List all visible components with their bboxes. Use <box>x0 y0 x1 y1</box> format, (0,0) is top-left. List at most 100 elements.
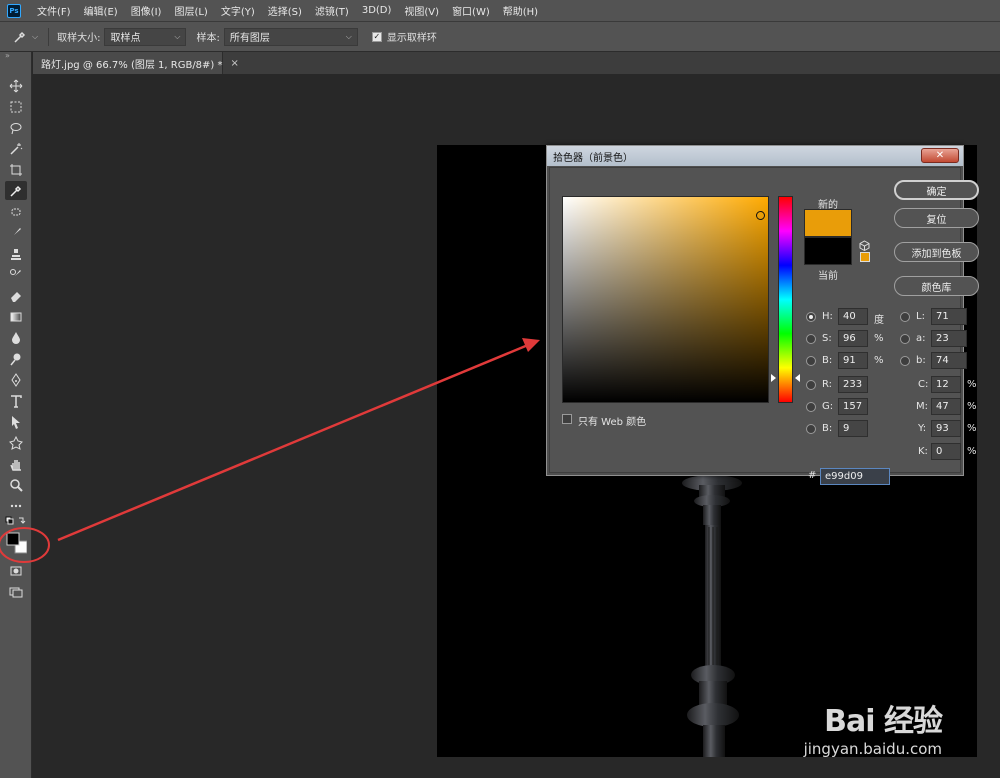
gradient-tool-icon[interactable] <box>5 307 27 326</box>
healing-brush-tool-icon[interactable] <box>5 202 27 221</box>
chevron-down-icon[interactable]: ⌵ <box>32 32 38 42</box>
show-ring-label: 显示取样环 <box>386 33 437 44</box>
red-input[interactable]: 233 <box>838 376 868 393</box>
clone-stamp-tool-icon[interactable] <box>5 244 27 263</box>
sample-size-select[interactable]: 取样点 ⌵ <box>104 27 187 46</box>
swap-colors-icon[interactable] <box>5 515 27 527</box>
magenta-input[interactable]: 47 <box>931 398 961 415</box>
lasso-tool-icon[interactable] <box>5 118 27 137</box>
eyedropper-tool-icon[interactable] <box>5 181 27 200</box>
lab-a-input[interactable]: 23 <box>931 330 967 347</box>
hue-slider-right-arrow-icon[interactable] <box>795 374 800 382</box>
lab-a-radio[interactable] <box>900 334 910 344</box>
hue-slider[interactable] <box>778 196 793 403</box>
hue-input[interactable]: 40 <box>838 308 868 325</box>
saturation-input[interactable]: 96 <box>838 330 868 347</box>
hue-radio[interactable] <box>806 312 816 322</box>
foreground-background-colors[interactable] <box>5 529 27 557</box>
lab-l-radio[interactable] <box>900 312 910 322</box>
lab-b-input[interactable]: 74 <box>931 352 967 369</box>
hue-unit: 度 <box>874 315 884 326</box>
green-input[interactable]: 157 <box>838 398 868 415</box>
out-of-gamut-cube-icon[interactable] <box>859 240 870 251</box>
show-ring-checkbox[interactable]: ✓ <box>371 31 382 42</box>
menu-type[interactable]: 文字(Y) <box>221 3 255 18</box>
menu-view[interactable]: 视图(V) <box>404 3 439 18</box>
lab-b-radio[interactable] <box>900 356 910 366</box>
baidu-watermark-url: jingyan.baidu.com <box>803 740 942 758</box>
panel-collapse-icon[interactable]: » <box>0 52 31 60</box>
saturation-unit: % <box>874 333 884 344</box>
sample-select[interactable]: 所有图层 ⌵ <box>223 27 358 46</box>
menu-layer[interactable]: 图层(L) <box>174 3 207 18</box>
reset-button[interactable]: 复位 <box>894 208 979 228</box>
pen-tool-icon[interactable] <box>5 370 27 389</box>
black-input[interactable]: 0 <box>931 443 961 460</box>
yellow-unit: % <box>967 423 977 434</box>
hue-slider-left-arrow-icon[interactable] <box>771 374 776 382</box>
menu-3d[interactable]: 3D(D) <box>362 5 392 16</box>
blur-tool-icon[interactable] <box>5 328 27 347</box>
saturation-radio[interactable] <box>806 334 816 344</box>
move-tool-icon[interactable] <box>5 76 27 95</box>
sample-size-label: 取样大小: <box>57 33 101 44</box>
web-colors-only-label: 只有 Web 颜色 <box>578 417 647 428</box>
options-bar: ⌵ 取样大小: 取样点 ⌵ 样本: 所有图层 ⌵ ✓ 显示取样环 <box>0 22 1000 52</box>
hand-tool-icon[interactable] <box>5 454 27 473</box>
yellow-input[interactable]: 93 <box>931 420 961 437</box>
menu-bar: Ps 文件(F) 编辑(E) 图像(I) 图层(L) 文字(Y) 选择(S) 滤… <box>0 0 1000 22</box>
crop-tool-icon[interactable] <box>5 160 27 179</box>
green-radio[interactable] <box>806 402 816 412</box>
menu-filter[interactable]: 滤镜(T) <box>315 3 349 18</box>
lab-l-input[interactable]: 71 <box>931 308 967 325</box>
saturation-brightness-field[interactable] <box>562 196 769 403</box>
more-tools-icon[interactable] <box>5 496 27 515</box>
brightness-input[interactable]: 91 <box>838 352 868 369</box>
screen-mode-icon[interactable] <box>5 582 27 601</box>
cyan-input[interactable]: 12 <box>931 376 961 393</box>
close-icon[interactable]: ✕ <box>921 148 959 163</box>
dodge-tool-icon[interactable] <box>5 349 27 368</box>
eyedropper-preset-icon[interactable] <box>10 27 30 47</box>
red-radio[interactable] <box>806 380 816 390</box>
hex-label: # <box>808 470 817 481</box>
marquee-tool-icon[interactable] <box>5 97 27 116</box>
menu-image[interactable]: 图像(I) <box>131 3 162 18</box>
menu-select[interactable]: 选择(S) <box>268 3 302 18</box>
zoom-tool-icon[interactable] <box>5 475 27 494</box>
add-to-swatches-button[interactable]: 添加到色板 <box>894 242 979 262</box>
document-tab[interactable]: 路灯.jpg @ 66.7% (图层 1, RGB/8#) * × <box>33 52 239 74</box>
web-colors-only-checkbox[interactable] <box>562 414 572 424</box>
menu-window[interactable]: 窗口(W) <box>452 3 490 18</box>
close-icon[interactable]: × <box>231 58 239 69</box>
menu-file[interactable]: 文件(F) <box>37 3 71 18</box>
black-label: K: <box>918 446 928 457</box>
history-brush-tool-icon[interactable] <box>5 265 27 284</box>
color-selection-marker[interactable] <box>756 211 765 220</box>
path-selection-tool-icon[interactable] <box>5 412 27 431</box>
menu-edit[interactable]: 编辑(E) <box>84 3 118 18</box>
color-picker-dialog: 拾色器（前景色） ✕ 新的 当前 确定 复位 添加到色板 颜色库 H: 40 度… <box>546 145 979 485</box>
current-color-swatch[interactable] <box>804 237 852 265</box>
brightness-radio[interactable] <box>806 356 816 366</box>
shape-tool-icon[interactable] <box>5 433 27 452</box>
magic-wand-tool-icon[interactable] <box>5 139 27 158</box>
sample-label: 样本: <box>196 33 220 44</box>
menu-help[interactable]: 帮助(H) <box>503 3 538 18</box>
hex-input[interactable]: e99d09 <box>820 468 890 485</box>
dialog-title-bar[interactable]: 拾色器（前景色） ✕ <box>547 146 963 166</box>
eraser-tool-icon[interactable] <box>5 286 27 305</box>
ok-button[interactable]: 确定 <box>894 180 979 200</box>
type-tool-icon[interactable] <box>5 391 27 410</box>
brush-tool-icon[interactable] <box>5 223 27 242</box>
blue-input[interactable]: 9 <box>838 420 868 437</box>
new-color-swatch <box>804 209 852 237</box>
blue-label: B: <box>822 423 833 434</box>
quick-mask-icon[interactable] <box>5 561 27 580</box>
sample-size-value: 取样点 <box>110 33 141 44</box>
color-libraries-button[interactable]: 颜色库 <box>894 276 979 296</box>
blue-radio[interactable] <box>806 424 816 434</box>
sample-value: 所有图层 <box>229 33 270 44</box>
web-safe-color-swatch[interactable] <box>860 252 870 262</box>
cyan-unit: % <box>967 379 977 390</box>
